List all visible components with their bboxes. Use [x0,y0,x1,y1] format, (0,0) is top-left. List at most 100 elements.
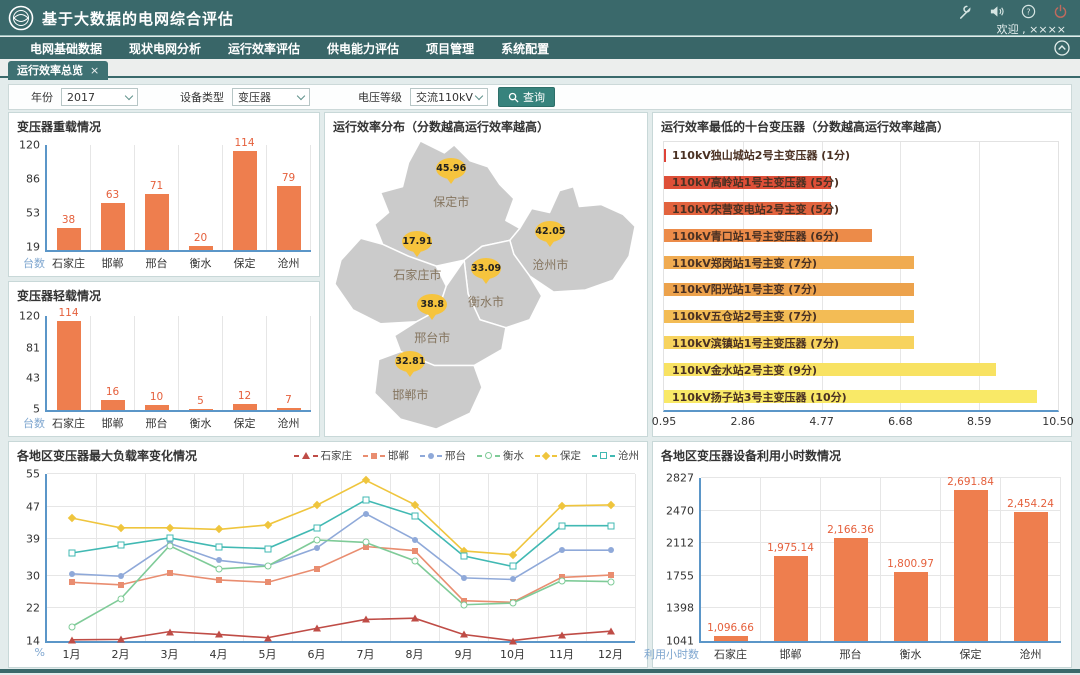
data-point[interactable] [264,563,271,570]
data-point[interactable] [166,534,173,541]
data-point[interactable] [608,547,614,553]
legend-item-1[interactable]: 邯郸 [363,448,409,463]
data-point[interactable] [509,600,516,607]
volume-icon[interactable] [989,4,1004,19]
series-line[interactable] [72,618,611,640]
data-point[interactable] [314,545,320,551]
tools-icon[interactable] [957,4,972,19]
device-type-select[interactable]: 变压器 [232,88,310,106]
data-point[interactable] [68,623,75,630]
nav-item-5[interactable]: 系统配置 [501,40,549,57]
data-point[interactable] [167,570,173,576]
voltage-level-select[interactable]: 交流110kV [410,88,488,106]
bar[interactable]: 38 [57,228,81,250]
data-point[interactable] [264,634,272,641]
help-icon[interactable]: ? [1021,4,1036,19]
bar[interactable]: 2,454.24 [1014,512,1048,641]
data-point[interactable] [411,557,418,564]
data-point[interactable] [411,512,418,519]
legend-dash [294,455,299,457]
nav-item-2[interactable]: 运行效率评估 [228,40,300,57]
data-point[interactable] [166,628,174,635]
data-point[interactable] [412,548,418,554]
power-icon[interactable] [1053,4,1068,19]
data-point[interactable] [313,536,320,543]
data-point[interactable] [68,550,75,557]
bar[interactable]: 2,691.84 [954,490,988,641]
data-point[interactable] [117,636,125,643]
map-pin[interactable]: 17.91 [402,231,432,257]
legend-item-0[interactable]: 石家庄 [294,448,353,463]
data-point[interactable] [313,625,321,632]
data-point[interactable] [460,601,467,608]
bar[interactable]: 1,800.97 [894,572,928,641]
bar[interactable]: 1,975.14 [774,556,808,641]
bar[interactable]: 79 [277,186,301,250]
data-point[interactable] [117,596,124,603]
data-point[interactable] [607,628,615,635]
data-point[interactable] [509,637,517,644]
series-line[interactable] [72,500,611,566]
data-point[interactable] [461,575,467,581]
data-point[interactable] [215,565,222,572]
bar[interactable]: 2,166.36 [834,538,868,641]
data-point[interactable] [460,552,467,559]
series-line[interactable] [72,480,611,555]
legend-item-4[interactable]: 保定 [535,448,581,463]
data-point[interactable] [313,524,320,531]
tab-close-icon[interactable]: × [90,64,99,77]
year-select[interactable]: 2017 [61,88,138,106]
data-point[interactable] [412,537,418,543]
data-point[interactable] [362,539,369,546]
bar[interactable]: 63 [101,203,125,250]
data-point[interactable] [363,511,369,517]
data-point[interactable] [362,616,370,623]
data-point[interactable] [607,522,614,529]
data-point[interactable] [362,497,369,504]
data-point[interactable] [607,578,614,585]
map-pin[interactable]: 42.05 [535,221,565,247]
data-point[interactable] [460,631,468,638]
data-point[interactable] [215,631,223,638]
data-point[interactable] [558,631,566,638]
nav-item-4[interactable]: 项目管理 [426,40,474,57]
nav-item-3[interactable]: 供电能力评估 [327,40,399,57]
data-point[interactable] [510,576,516,582]
data-point[interactable] [118,573,124,579]
map-pin[interactable]: 45.96 [436,158,466,184]
nav-item-0[interactable]: 电网基础数据 [30,40,102,57]
data-point[interactable] [216,557,222,563]
legend-item-2[interactable]: 邢台 [420,448,466,463]
legend-item-3[interactable]: 衡水 [477,448,524,463]
data-point[interactable] [118,582,124,588]
data-point[interactable] [559,547,565,553]
data-point[interactable] [265,579,271,585]
tab-operation-efficiency-overview[interactable]: 运行效率总览 × [8,61,108,80]
data-point[interactable] [215,543,222,550]
data-point[interactable] [558,577,565,584]
bar[interactable] [664,149,666,162]
data-point[interactable] [558,522,565,529]
series-line[interactable] [72,514,611,580]
legend-item-5[interactable]: 沧州 [592,448,639,463]
data-point[interactable] [166,542,173,549]
data-point[interactable] [509,563,516,570]
map-pin[interactable]: 33.09 [471,258,501,284]
data-point[interactable] [68,636,76,643]
data-point[interactable] [264,545,271,552]
data-point[interactable] [411,615,419,622]
data-point[interactable] [117,542,124,549]
bar[interactable]: 114 [233,151,257,250]
nav-item-1[interactable]: 现状电网分析 [129,40,201,57]
data-point[interactable] [216,577,222,583]
data-point[interactable] [69,579,75,585]
data-point[interactable] [314,566,320,572]
bar[interactable]: 114 [57,321,81,410]
bar[interactable]: 71 [145,194,169,250]
map-pin[interactable]: 38.8 [417,294,447,320]
data-point[interactable] [69,571,75,577]
map-pin[interactable]: 32.81 [395,351,425,377]
bar[interactable]: 16 [101,400,125,410]
search-button[interactable]: 查询 [498,87,555,107]
collapse-up-icon[interactable] [1054,40,1070,56]
